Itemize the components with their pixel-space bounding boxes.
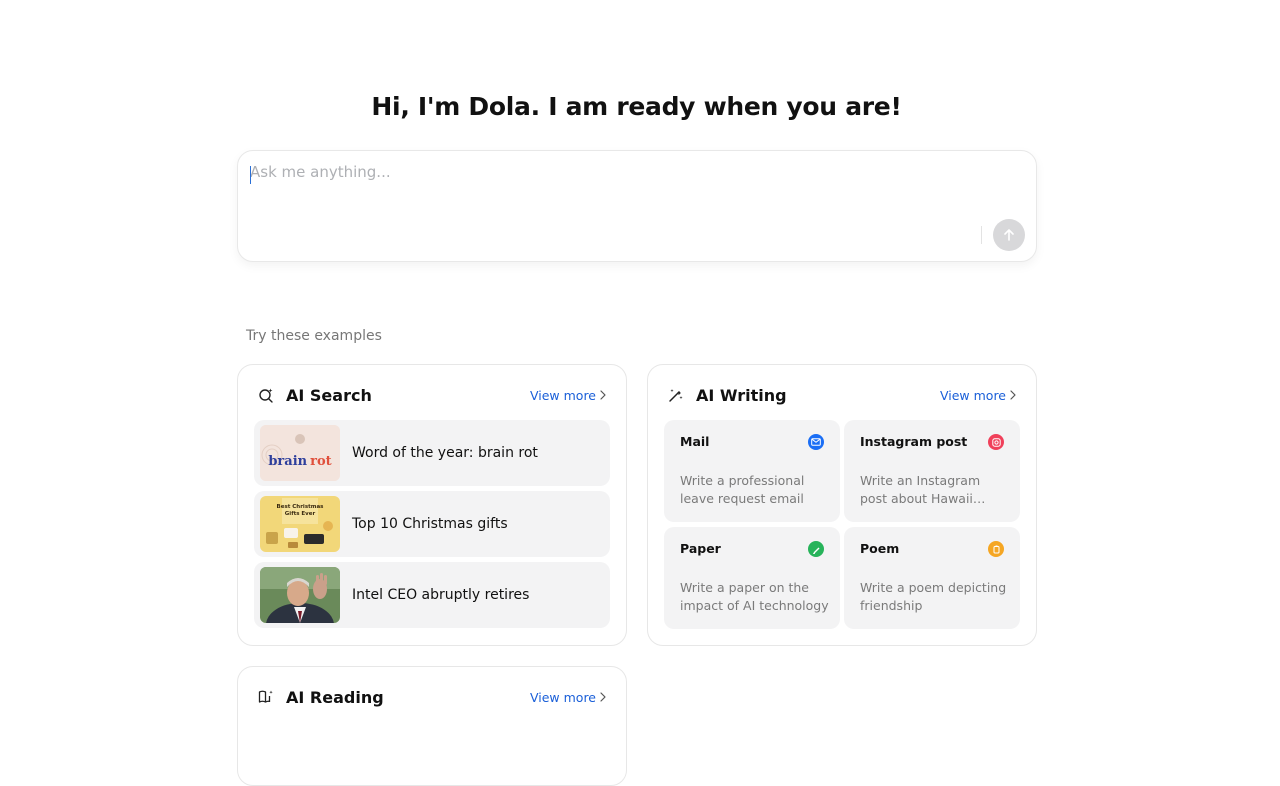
writing-tile-title: Instagram post <box>860 434 968 449</box>
ai-search-view-more[interactable]: View more <box>530 388 606 403</box>
ai-writing-title: AI Writing <box>696 385 787 405</box>
chat-divider <box>981 226 982 244</box>
writing-tile-desc: Write a paper on the impact of AI techno… <box>680 580 829 613</box>
instagram-icon <box>988 434 1004 450</box>
ai-writing-view-more[interactable]: View more <box>940 388 1016 403</box>
poem-icon <box>988 541 1004 557</box>
ai-writing-card: AI Writing View more Mail Write a profes… <box>647 364 1037 646</box>
text-caret <box>250 166 251 184</box>
mail-icon <box>808 434 824 450</box>
view-more-label: View more <box>529 387 596 403</box>
view-more-label: View more <box>529 689 596 705</box>
thumbnail-image <box>260 567 340 623</box>
chat-input-box[interactable] <box>237 150 1037 262</box>
writing-tile-desc: Write a professional leave request email <box>680 473 805 506</box>
search-example-title: Intel CEO abruptly retires <box>352 587 530 603</box>
ai-search-title: AI Search <box>286 385 372 405</box>
writing-tile-instagram[interactable]: Instagram post Write an Instagram post a… <box>844 420 1020 522</box>
writing-tile-mail[interactable]: Mail Write a professional leave request … <box>664 420 840 522</box>
writing-tile-poem[interactable]: Poem Write a poem depicting friendship <box>844 527 1020 629</box>
search-example-item[interactable]: Intel CEO abruptly retires <box>254 562 610 628</box>
view-more-label: View more <box>939 387 1006 403</box>
chevron-right-icon <box>600 390 606 400</box>
thumb-text-rot: rot <box>310 454 332 469</box>
search-sparkle-icon <box>258 386 276 404</box>
ai-reading-view-more[interactable]: View more <box>530 690 606 705</box>
writing-tile-title: Poem <box>860 541 900 556</box>
writing-tile-desc: Write a poem depicting friendship <box>860 580 1007 613</box>
examples-label: Try these examples <box>246 328 382 344</box>
writing-tile-title: Paper <box>680 541 721 556</box>
send-button[interactable] <box>993 219 1025 251</box>
book-sparkle-icon <box>258 688 276 706</box>
ai-reading-title: AI Reading <box>286 687 384 707</box>
search-example-title: Word of the year: brain rot <box>352 445 538 461</box>
magic-wand-icon <box>668 386 686 404</box>
search-example-title: Top 10 Christmas gifts <box>352 516 508 532</box>
writing-tile-desc: Write an Instagram post about Hawaii… <box>860 473 986 506</box>
thumb-text-brain: brain <box>268 454 307 469</box>
thumbnail-image: Best Christmas Gifts Ever <box>260 496 340 552</box>
ai-reading-header: AI Reading View more <box>258 687 606 707</box>
ai-search-header: AI Search View more <box>258 385 606 405</box>
search-example-item[interactable]: brain rot Word of the year: brain rot <box>254 420 610 486</box>
ai-reading-card: AI Reading View more <box>237 666 627 786</box>
search-example-item[interactable]: Best Christmas Gifts Ever Top 10 Christm… <box>254 491 610 557</box>
svg-text:brainrot: brain rot <box>268 454 331 469</box>
svg-text:Best Christmas: Best Christmas <box>277 504 325 510</box>
ai-search-card: AI Search View more brain rot Word of the… <box>237 364 627 646</box>
writing-tile-title: Mail <box>680 434 710 449</box>
chevron-right-icon <box>1010 390 1016 400</box>
chat-input[interactable] <box>250 163 1010 203</box>
arrow-up-icon <box>1004 229 1014 241</box>
writing-tile-paper[interactable]: Paper Write a paper on the impact of AI … <box>664 527 840 629</box>
svg-text:Gifts Ever: Gifts Ever <box>285 511 316 517</box>
thumbnail-image: brain rot <box>260 425 340 481</box>
chevron-right-icon <box>600 692 606 702</box>
ai-writing-header: AI Writing View more <box>668 385 1016 405</box>
pen-icon <box>808 541 824 557</box>
greeting-title: Hi, I'm Dola. I am ready when you are! <box>371 92 902 121</box>
